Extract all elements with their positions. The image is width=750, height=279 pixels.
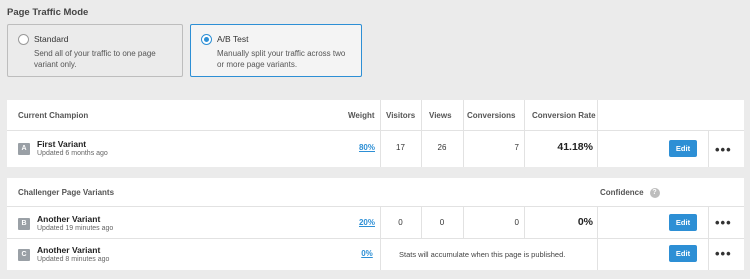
weight-column-header: Weight (348, 111, 375, 120)
ab-test-mode-label: A/B Test (217, 34, 249, 44)
edit-button[interactable]: Edit (669, 140, 697, 157)
conversions-value: 7 (514, 143, 519, 152)
weight-cell: 20% (352, 218, 382, 227)
conversion-rate-value: 41.18% (557, 141, 593, 153)
ab-test-radio[interactable] (201, 34, 212, 45)
views-value: 26 (437, 143, 447, 152)
conversion-rate-value: 0% (577, 216, 593, 228)
conversion-rate-column-header: Conversion Rate (532, 111, 596, 120)
variant-badge-a: A (18, 143, 30, 155)
standard-mode-option[interactable]: Standard Send all of your traffic to one… (7, 24, 183, 77)
weight-link[interactable]: 0% (361, 249, 373, 258)
standard-radio[interactable] (18, 34, 29, 45)
more-options-icon[interactable]: ••• (715, 247, 731, 260)
champion-header-row: Current Champion Weight Visitors Views C… (7, 100, 744, 131)
more-options-icon[interactable]: ••• (715, 216, 731, 229)
info-icon[interactable]: ? (649, 187, 660, 198)
table-row: A First Variant Updated 6 months ago 80%… (7, 131, 744, 167)
weight-cell: 80% (352, 143, 382, 152)
weight-link[interactable]: 20% (359, 218, 375, 227)
variant-updated: Updated 19 minutes ago (37, 225, 114, 232)
ab-test-mode-description: Manually split your traffic across two o… (217, 49, 346, 69)
edit-button[interactable]: Edit (669, 245, 697, 262)
views-column-header: Views (429, 111, 452, 120)
stats-pending-message: Stats will accumulate when this page is … (399, 250, 566, 259)
variant-name[interactable]: Another Variant (37, 214, 100, 224)
visitors-value: 17 (396, 143, 405, 152)
views-value: 0 (439, 218, 445, 227)
confidence-label: Confidence (600, 188, 644, 197)
variant-updated: Updated 6 months ago (37, 150, 108, 157)
confidence-column-header: Confidence? (600, 178, 660, 207)
page-traffic-mode-title: Page Traffic Mode (7, 7, 89, 18)
challenger-header-row: Challenger Page Variants Confidence? (7, 178, 744, 207)
weight-cell: 0% (352, 249, 382, 258)
weight-link[interactable]: 80% (359, 143, 375, 152)
conversions-value: 0 (514, 218, 519, 227)
conversions-column-header: Conversions (467, 111, 516, 120)
current-champion-panel: Current Champion Weight Visitors Views C… (7, 100, 744, 167)
visitors-column-header: Visitors (386, 111, 416, 120)
variant-badge-c: C (18, 249, 30, 261)
edit-button[interactable]: Edit (669, 214, 697, 231)
table-row: C Another Variant Updated 8 minutes ago … (7, 239, 744, 270)
ab-test-mode-option[interactable]: A/B Test Manually split your traffic acr… (190, 24, 362, 77)
challenger-variants-panel: Challenger Page Variants Confidence? B A… (7, 178, 744, 270)
standard-mode-label: Standard (34, 34, 69, 44)
standard-mode-description: Send all of your traffic to one page var… (34, 49, 156, 69)
variant-name[interactable]: First Variant (37, 139, 86, 149)
table-row: B Another Variant Updated 19 minutes ago… (7, 207, 744, 239)
current-champion-heading: Current Champion (18, 111, 89, 120)
visitors-value: 0 (398, 218, 403, 227)
challenger-heading: Challenger Page Variants (18, 188, 115, 197)
variant-name[interactable]: Another Variant (37, 245, 100, 255)
variant-updated: Updated 8 minutes ago (37, 256, 110, 263)
variant-badge-b: B (18, 218, 30, 230)
more-options-icon[interactable]: ••• (715, 143, 731, 156)
